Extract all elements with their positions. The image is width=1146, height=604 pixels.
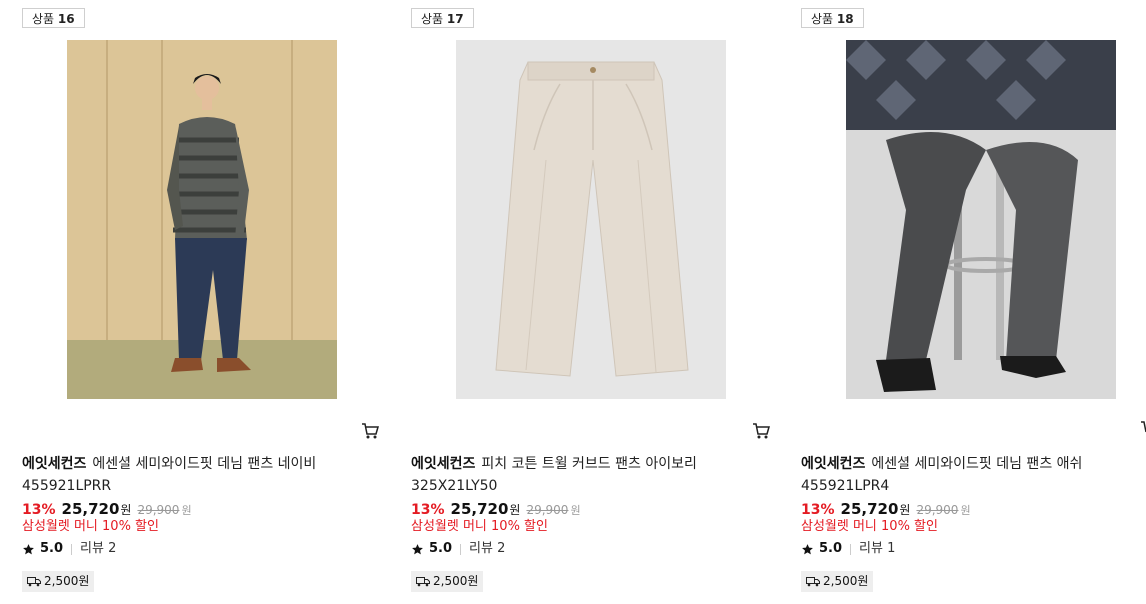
rating-score: 5.0 bbox=[819, 541, 843, 556]
currency-unit: 원 bbox=[960, 504, 971, 517]
product-title[interactable]: 에잇세컨즈 피치 코튼 트윌 커브드 팬츠 아이보리 bbox=[411, 454, 791, 474]
rating-row: 5.0 리뷰 2 bbox=[411, 541, 505, 557]
product-name: 에센셜 세미와이드핏 데님 팬츠 애쉬 bbox=[871, 456, 1083, 472]
truck-icon bbox=[806, 577, 820, 587]
brand-name: 에잇세컨즈 bbox=[801, 456, 866, 472]
divider bbox=[460, 543, 462, 555]
rating-row: 5.0 리뷰 2 bbox=[22, 541, 116, 557]
rating-row: 5.0 리뷰 1 bbox=[801, 541, 895, 557]
original-price: 29,900 bbox=[526, 503, 569, 517]
product-code: 455921LPR4 bbox=[801, 478, 890, 494]
promo-text: 삼성월렛 머니 10% 할인 bbox=[22, 519, 159, 534]
sale-price: 25,720 bbox=[840, 500, 899, 518]
brand-name: 에잇세컨즈 bbox=[411, 456, 476, 472]
product-number-badge: 상품 17 bbox=[411, 8, 474, 28]
star-icon bbox=[23, 543, 34, 554]
truck-icon bbox=[27, 577, 41, 587]
product-name: 피치 코튼 트윌 커브드 팬츠 아이보리 bbox=[481, 456, 697, 472]
star-icon bbox=[802, 543, 813, 554]
discount-rate: 13% bbox=[411, 502, 445, 518]
star-icon bbox=[412, 543, 423, 554]
product-image[interactable] bbox=[846, 40, 1116, 399]
currency-unit: 원 bbox=[120, 503, 132, 517]
currency-unit: 원 bbox=[899, 503, 911, 517]
shipping-fee: 2,500원 bbox=[823, 574, 869, 588]
product-name: 에센셜 세미와이드핏 데님 팬츠 네이비 bbox=[92, 456, 317, 472]
shipping-fee-tag: 2,500원 bbox=[801, 571, 874, 592]
cart-icon[interactable] bbox=[752, 422, 770, 440]
truck-icon bbox=[416, 577, 430, 587]
discount-rate: 13% bbox=[22, 502, 56, 518]
currency-unit: 원 bbox=[570, 504, 581, 517]
rating-score: 5.0 bbox=[429, 541, 453, 556]
review-count[interactable]: 리뷰 2 bbox=[469, 541, 505, 557]
product-number-badge: 상품 18 bbox=[801, 8, 864, 28]
cart-icon[interactable] bbox=[1139, 418, 1146, 438]
shipping-fee-tag: 2,500원 bbox=[22, 571, 95, 592]
shipping-fee-tag: 2,500원 bbox=[411, 571, 484, 592]
promo-text: 삼성월렛 머니 10% 할인 bbox=[411, 519, 548, 534]
shipping-fee: 2,500원 bbox=[433, 574, 479, 588]
sale-price: 25,720 bbox=[61, 500, 120, 518]
cart-icon[interactable] bbox=[361, 422, 379, 440]
product-code: 455921LPRR bbox=[22, 478, 112, 494]
currency-unit: 원 bbox=[509, 503, 521, 517]
shipping-fee: 2,500원 bbox=[44, 574, 90, 588]
sale-price: 25,720 bbox=[450, 500, 509, 518]
divider bbox=[71, 543, 73, 555]
original-price: 29,900 bbox=[137, 503, 180, 517]
product-card-18[interactable]: 상품 18 에잇세컨즈 에센셜 세미와이드핏 데님 팬츠 애쉬 455921LPR… bbox=[801, 0, 1146, 604]
product-card-16[interactable]: 상품 16 에잇세컨즈 에센셜 세미와이드핏 데님 팬츠 네이비 455921L… bbox=[22, 0, 412, 604]
currency-unit: 원 bbox=[181, 504, 192, 517]
discount-rate: 13% bbox=[801, 502, 835, 518]
review-count[interactable]: 리뷰 1 bbox=[859, 541, 895, 557]
brand-name: 에잇세컨즈 bbox=[22, 456, 87, 472]
product-code: 325X21LY50 bbox=[411, 478, 498, 494]
product-card-17[interactable]: 상품 17 에잇세컨즈 피치 코튼 트윌 커브드 팬츠 아이보리 325X21LY… bbox=[411, 0, 801, 604]
promo-text: 삼성월렛 머니 10% 할인 bbox=[801, 519, 938, 534]
divider bbox=[850, 543, 852, 555]
review-count[interactable]: 리뷰 2 bbox=[80, 541, 116, 557]
original-price: 29,900 bbox=[916, 503, 959, 517]
product-image[interactable] bbox=[67, 40, 337, 399]
product-number-badge: 상품 16 bbox=[22, 8, 85, 28]
product-image[interactable] bbox=[456, 40, 726, 399]
product-title[interactable]: 에잇세컨즈 에센셜 세미와이드핏 데님 팬츠 애쉬 bbox=[801, 454, 1146, 474]
rating-score: 5.0 bbox=[40, 541, 64, 556]
product-title[interactable]: 에잇세컨즈 에센셜 세미와이드핏 데님 팬츠 네이비 bbox=[22, 454, 402, 474]
